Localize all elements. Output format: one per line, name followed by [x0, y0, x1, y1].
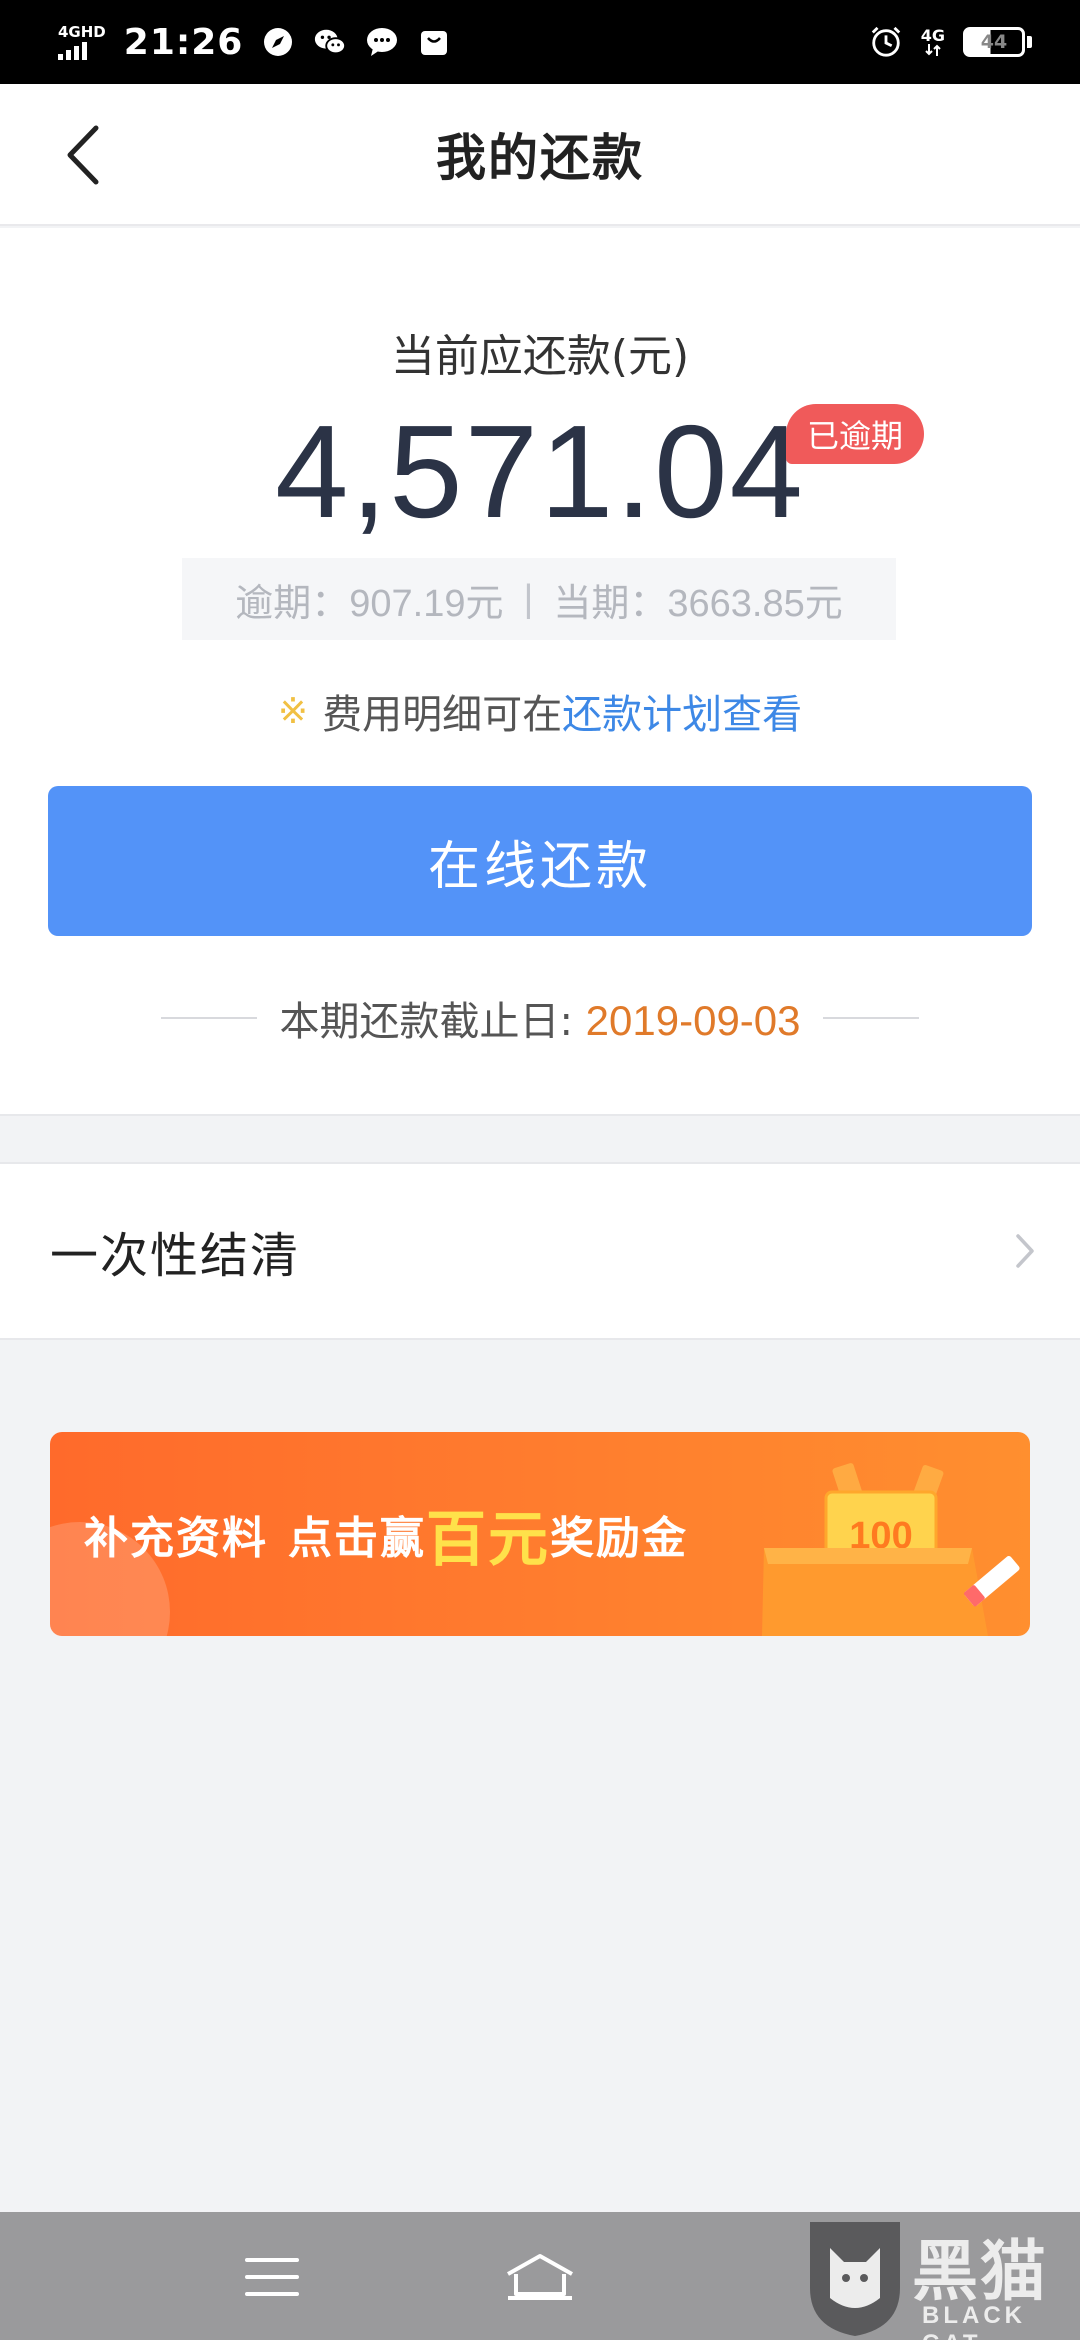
banner-highlight: 百元 — [426, 1504, 550, 1575]
deadline-row: 本期还款截止日: 2019-09-03 — [0, 988, 1080, 1048]
battery-icon: 44 — [963, 27, 1025, 57]
watermark-text: 黑猫 — [912, 2233, 1048, 2310]
signal-bars-icon — [58, 41, 87, 60]
message-icon — [365, 25, 399, 59]
repayment-summary-card: 当前应还款(元) 4,571.04 已逾期 逾期：907.19元 | 当期：36… — [0, 228, 1080, 1116]
shopping-bag-icon — [417, 25, 451, 59]
banner-text: 补充资料 点击赢 百元 奖励金 — [84, 1432, 688, 1636]
repayment-plan-link[interactable]: 还款计划查看 — [562, 692, 802, 738]
fee-note-text: 费用明细可在 — [322, 692, 563, 738]
cat-logo-icon — [810, 2222, 900, 2336]
battery-indicator: 44 — [963, 27, 1032, 57]
deadline-label: 本期还款截止日: — [279, 999, 573, 1045]
home-button[interactable] — [500, 2242, 580, 2312]
page-header: 我的还款 — [0, 84, 1080, 226]
app-root: 4GHD 21:26 4G 44 我的还款 当前应还款(元) 4,571.04 … — [0, 0, 1080, 2340]
divider-left — [161, 1017, 258, 1019]
deadline-date: 2019-09-03 — [585, 997, 801, 1044]
current-period-amount: 当期：3663.85元 — [553, 582, 843, 625]
banner-text-part2: 点击赢 — [288, 1513, 426, 1564]
gift-box-icon: 100 — [762, 1463, 1020, 1636]
overdue-amount: 逾期：907.19元 — [235, 582, 504, 625]
signal-indicator: 4GHD — [58, 22, 106, 60]
chevron-right-icon — [1016, 1234, 1034, 1268]
home-icon — [507, 2254, 573, 2300]
note-mark: ※ — [277, 690, 309, 732]
mobile-data-indicator: 4G — [921, 28, 945, 56]
menu-icon — [245, 2258, 299, 2296]
status-bar: 4GHD 21:26 4G 44 — [0, 0, 1080, 84]
status-time: 21:26 — [123, 21, 244, 63]
chevron-left-icon — [67, 125, 99, 185]
promo-banner[interactable]: 补充资料 点击赢 百元 奖励金 100 — [50, 1432, 1030, 1636]
data-arrows-icon — [925, 44, 941, 56]
breakdown-separator: | — [523, 577, 534, 620]
compass-icon — [261, 25, 295, 59]
status-bar-right: 4G 44 — [869, 25, 1032, 59]
settle-in-full-label: 一次性结清 — [50, 1228, 301, 1284]
back-button[interactable] — [50, 122, 114, 188]
menu-button[interactable] — [232, 2242, 312, 2312]
banner-text-part1: 补充资料 — [84, 1513, 268, 1564]
network-label: 4GHD — [58, 22, 106, 41]
overdue-badge: 已逾期 — [786, 404, 924, 464]
amount-breakdown: 逾期：907.19元 | 当期：3663.85元 — [182, 558, 896, 640]
settle-in-full-row[interactable]: 一次性结清 — [0, 1162, 1080, 1340]
banner-text-part3: 奖励金 — [550, 1513, 688, 1564]
alarm-icon — [869, 25, 903, 59]
fee-note: ※ 费用明细可在还款计划查看 — [0, 682, 1080, 740]
mobile-data-label: 4G — [920, 26, 945, 45]
wechat-icon — [313, 25, 347, 59]
divider-right — [822, 1017, 919, 1019]
status-bar-left: 4GHD 21:26 — [58, 22, 451, 63]
watermark: 黑猫 BLACK CAT — [800, 2214, 1080, 2340]
pay-online-button[interactable]: 在线还款 — [48, 786, 1032, 936]
battery-level: 44 — [980, 31, 1008, 53]
watermark-subtext: BLACK CAT — [922, 2302, 1026, 2340]
page-title: 我的还款 — [436, 129, 644, 187]
amount-due-label: 当前应还款(元) — [390, 331, 690, 382]
